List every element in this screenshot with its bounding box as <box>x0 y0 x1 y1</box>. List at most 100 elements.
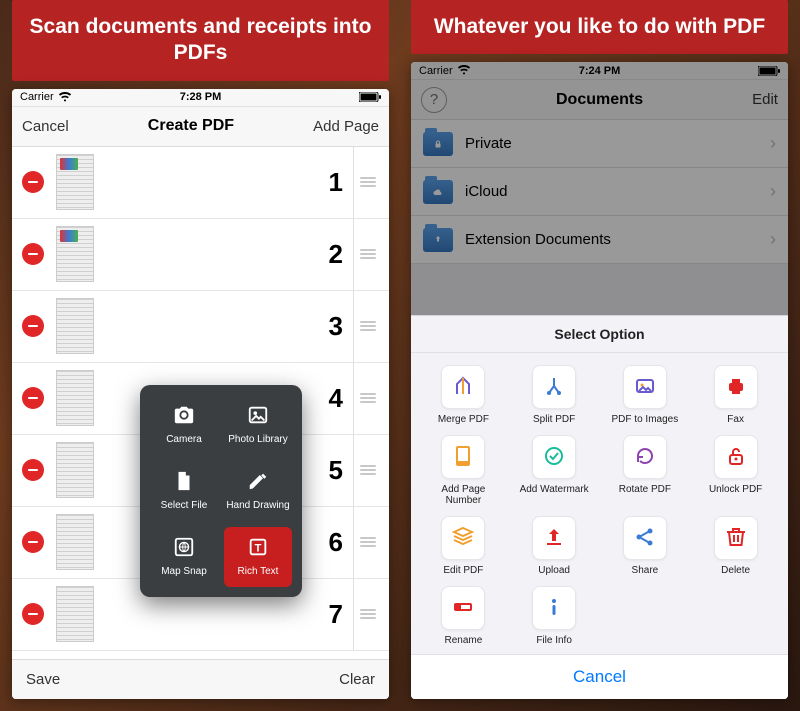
page-number: 2 <box>102 239 353 270</box>
rotate-pdf-option[interactable]: Rotate PDF <box>605 435 686 506</box>
drag-handle-icon[interactable] <box>353 578 381 650</box>
statusbar: Carrier 7:28 PM <box>12 89 389 107</box>
rename-option[interactable]: Rename <box>423 586 504 646</box>
page-number: 3 <box>102 311 353 342</box>
page-row[interactable]: 2 <box>12 219 389 291</box>
add-page-button[interactable]: Add Page <box>313 118 379 135</box>
share-option[interactable]: Share <box>605 516 686 576</box>
option-label: Camera <box>166 434 202 445</box>
merge-pdf-option[interactable]: Merge PDF <box>423 365 504 425</box>
statusbar-time: 7:28 PM <box>140 91 260 103</box>
left-banner: Scan documents and receipts into PDFs <box>12 0 389 81</box>
option-label: Delete <box>721 565 750 576</box>
page-row[interactable]: 1 <box>12 147 389 219</box>
option-label: Edit PDF <box>443 565 483 576</box>
battery-icon <box>359 92 381 102</box>
svg-text:T: T <box>255 543 262 555</box>
page-thumbnail[interactable] <box>56 298 94 354</box>
page-number: 1 <box>102 167 353 198</box>
option-label: Share <box>632 565 659 576</box>
remove-icon[interactable] <box>22 387 44 409</box>
option-label: Hand Drawing <box>226 500 289 511</box>
page-thumbnail[interactable] <box>56 370 94 426</box>
split-pdf-option[interactable]: Split PDF <box>514 365 595 425</box>
option-label: Add Watermark <box>520 484 589 495</box>
rich-text-option[interactable]: T Rich Text <box>224 527 292 587</box>
page-thumbnail[interactable] <box>56 586 94 642</box>
drag-handle-icon[interactable] <box>353 362 381 434</box>
option-label: Add Page Number <box>423 484 504 506</box>
navbar: Cancel Create PDF Add Page <box>12 107 389 147</box>
split-icon <box>542 374 566 401</box>
photo-library-option[interactable]: Photo Library <box>224 395 292 455</box>
page-number: 7 <box>102 599 353 630</box>
select-file-option[interactable]: Select File <box>150 461 218 521</box>
page-thumbnail[interactable] <box>56 514 94 570</box>
layers-icon <box>451 525 475 552</box>
images-icon <box>633 374 657 401</box>
image-icon <box>246 404 270 429</box>
sheet-title: Select Option <box>411 316 788 353</box>
file-icon <box>172 470 196 495</box>
hand-drawing-option[interactable]: Hand Drawing <box>224 461 292 521</box>
option-label: Rename <box>444 635 482 646</box>
left-phone: Carrier 7:28 PM Cancel Create PDF Add Pa… <box>12 89 389 700</box>
file-info-option[interactable]: File Info <box>514 586 595 646</box>
remove-icon[interactable] <box>22 315 44 337</box>
wifi-icon <box>58 92 72 103</box>
option-label: Rich Text <box>238 566 279 577</box>
remove-icon[interactable] <box>22 243 44 265</box>
option-label: Rotate PDF <box>619 484 671 495</box>
right-pane: Whatever you like to do with PDF Carrier… <box>411 0 788 699</box>
drag-handle-icon[interactable] <box>353 434 381 506</box>
watermark-icon <box>542 444 566 471</box>
add-page-number-option[interactable]: Add Page Number <box>423 435 504 506</box>
remove-icon[interactable] <box>22 531 44 553</box>
page-thumbnail[interactable] <box>56 226 94 282</box>
drag-handle-icon[interactable] <box>353 506 381 578</box>
option-label: Select File <box>161 500 208 511</box>
right-phone: Carrier 7:24 PM ? Documents Edit Private… <box>411 62 788 699</box>
action-sheet: Select Option Merge PDF Split PDF PDF to… <box>411 315 788 699</box>
page-thumbnail[interactable] <box>56 154 94 210</box>
unlock-icon <box>724 444 748 471</box>
page-row[interactable]: 3 <box>12 291 389 363</box>
upload-icon <box>542 525 566 552</box>
option-grid: Merge PDF Split PDF PDF to Images Fax Ad… <box>411 353 788 654</box>
bottom-toolbar: Save Clear <box>12 659 389 699</box>
share-icon <box>633 525 657 552</box>
option-label: File Info <box>536 635 572 646</box>
save-button[interactable]: Save <box>26 671 60 688</box>
clear-button[interactable]: Clear <box>339 671 375 688</box>
cancel-button[interactable]: Cancel <box>22 118 69 135</box>
unlock-pdf-option[interactable]: Unlock PDF <box>695 435 776 506</box>
drag-handle-icon[interactable] <box>353 290 381 362</box>
option-label: Split PDF <box>533 414 575 425</box>
upload-option[interactable]: Upload <box>514 516 595 576</box>
camera-option[interactable]: Camera <box>150 395 218 455</box>
map-snap-option[interactable]: Map Snap <box>150 527 218 587</box>
sheet-cancel-button[interactable]: Cancel <box>411 654 788 699</box>
trash-icon <box>724 525 748 552</box>
rename-icon <box>451 595 475 622</box>
option-label: Photo Library <box>228 434 287 445</box>
pdf-to-images-option[interactable]: PDF to Images <box>605 365 686 425</box>
remove-icon[interactable] <box>22 171 44 193</box>
merge-icon <box>451 374 475 401</box>
fax-option[interactable]: Fax <box>695 365 776 425</box>
fax-icon <box>724 374 748 401</box>
globe-icon <box>172 536 196 561</box>
add-watermark-option[interactable]: Add Watermark <box>514 435 595 506</box>
nav-title: Create PDF <box>148 117 234 135</box>
right-banner: Whatever you like to do with PDF <box>411 0 788 54</box>
drag-handle-icon[interactable] <box>353 218 381 290</box>
page-thumbnail[interactable] <box>56 442 94 498</box>
edit-pdf-option[interactable]: Edit PDF <box>423 516 504 576</box>
delete-option[interactable]: Delete <box>695 516 776 576</box>
pen-icon <box>246 470 270 495</box>
remove-icon[interactable] <box>22 459 44 481</box>
left-pane: Scan documents and receipts into PDFs Ca… <box>12 0 389 699</box>
info-icon <box>542 595 566 622</box>
remove-icon[interactable] <box>22 603 44 625</box>
drag-handle-icon[interactable] <box>353 147 381 219</box>
